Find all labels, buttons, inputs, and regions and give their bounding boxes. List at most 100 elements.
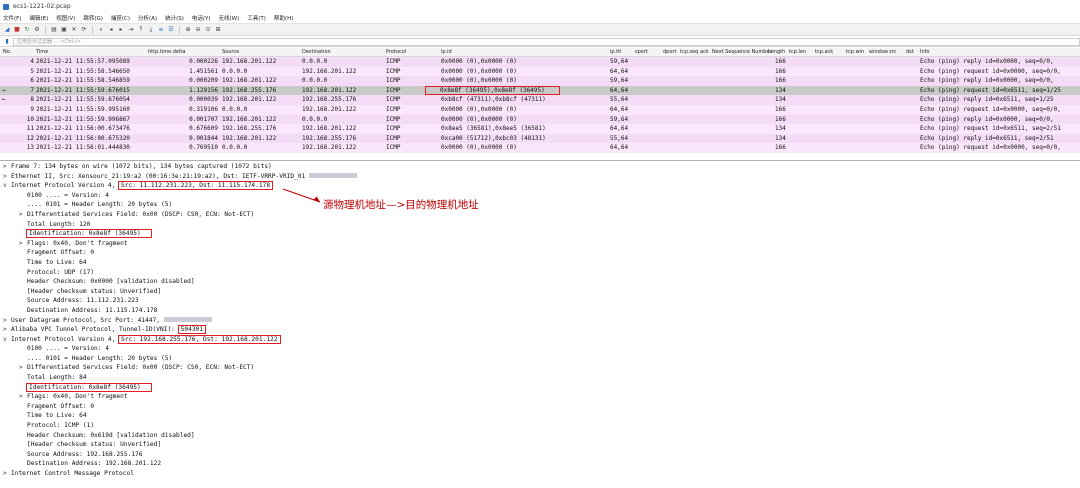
detail-row[interactable]: Fragment Offset: 0 bbox=[0, 402, 1080, 412]
shark-fin-start-icon[interactable]: ◢ bbox=[3, 26, 11, 34]
menu-item[interactable]: 帮助(H) bbox=[274, 14, 293, 22]
packet-row[interactable]: 9 2021-12-21 11:55:59.995160 0.319106 0.0.0… bbox=[0, 104, 1080, 115]
packet-row[interactable]: → 7 2021-12-21 11:55:59.676015 1.129156 192.… bbox=[0, 85, 1080, 96]
menu-item[interactable]: 无线(W) bbox=[219, 14, 240, 22]
restart-capture-icon[interactable]: ↻ bbox=[23, 26, 31, 34]
column-header[interactable]: Next Sequence Number bbox=[712, 49, 772, 55]
column-header[interactable]: Protocol bbox=[386, 49, 406, 55]
detail-row[interactable]: Protocol: ICMP (1) bbox=[0, 421, 1080, 431]
expanded-arrow-icon[interactable]: v bbox=[3, 335, 11, 345]
column-header[interactable]: Length bbox=[768, 49, 785, 55]
column-header[interactable]: tcp.win bbox=[846, 49, 864, 55]
collapsed-arrow-icon[interactable]: > bbox=[3, 316, 11, 326]
collapsed-arrow-icon[interactable]: > bbox=[19, 392, 27, 402]
detail-row[interactable]: Header Checksum: 0x0000 [validation disa… bbox=[0, 277, 1080, 287]
go-back-icon[interactable]: ◂ bbox=[107, 26, 115, 34]
go-forward-icon[interactable]: ▸ bbox=[117, 26, 125, 34]
detail-row[interactable]: .... 0101 = Header Length: 20 bytes (5) bbox=[0, 354, 1080, 364]
detail-row[interactable]: Destination Address: 192.168.201.122 bbox=[0, 459, 1080, 469]
column-header[interactable]: ip.ttl bbox=[610, 49, 621, 55]
menu-item[interactable]: 编辑(E) bbox=[29, 14, 48, 22]
column-header[interactable]: src bbox=[889, 49, 896, 55]
zoom-out-icon[interactable]: ⊖ bbox=[194, 26, 202, 34]
first-packet-icon[interactable]: ⤒ bbox=[137, 26, 145, 34]
collapsed-arrow-icon[interactable]: > bbox=[3, 162, 11, 172]
detail-row[interactable]: > Flags: 0x40, Don't fragment bbox=[0, 392, 1080, 402]
detail-row[interactable]: 0100 .... = Version: 4 bbox=[0, 191, 1080, 201]
column-header[interactable]: dport bbox=[663, 49, 676, 55]
detail-row[interactable]: Source Address: 192.168.255.176 bbox=[0, 450, 1080, 460]
detail-row[interactable]: [Header checksum status: Unverified] bbox=[0, 287, 1080, 297]
collapsed-arrow-icon[interactable]: > bbox=[19, 363, 27, 373]
detail-row[interactable]: Identification: 0x8e8f (36495) bbox=[0, 382, 1080, 393]
packet-row[interactable]: 6 2021-12-21 11:55:58.546859 0.000209 192.1… bbox=[0, 76, 1080, 86]
column-header[interactable]: Info bbox=[920, 49, 929, 55]
close-file-icon[interactable]: ✕ bbox=[70, 26, 78, 34]
menu-item[interactable]: 工具(T) bbox=[247, 14, 266, 22]
display-filter-input[interactable]: 应用显示过滤器 … <Ctrl-/> bbox=[13, 37, 1080, 46]
menu-item[interactable]: 分析(A) bbox=[138, 14, 157, 22]
collapsed-arrow-icon[interactable]: > bbox=[19, 239, 27, 249]
column-header[interactable]: sport bbox=[635, 49, 648, 55]
go-to-packet-icon[interactable]: ⇥ bbox=[127, 26, 135, 34]
detail-row[interactable]: .... 0101 = Header Length: 20 bytes (5) bbox=[0, 200, 1080, 210]
detail-row[interactable]: 0100 .... = Version: 4 bbox=[0, 344, 1080, 354]
collapsed-arrow-icon[interactable]: > bbox=[3, 172, 11, 182]
colorize-icon[interactable]: ☰ bbox=[167, 26, 175, 34]
packet-row[interactable]: 13 2021-12-21 11:56:01.444830 0.769510 0.0.… bbox=[0, 143, 1080, 153]
column-header[interactable]: No. bbox=[3, 49, 11, 55]
collapsed-arrow-icon[interactable]: > bbox=[3, 325, 11, 335]
detail-row[interactable]: v Internet Protocol Version 4, Src: 192.1… bbox=[0, 334, 1080, 345]
menu-item[interactable]: 文件(F) bbox=[3, 14, 21, 22]
column-header[interactable]: Destination bbox=[302, 49, 331, 55]
packet-row[interactable]: 11 2021-12-21 11:56:00.673476 0.676609 192.… bbox=[0, 124, 1080, 134]
open-file-icon[interactable]: ▤ bbox=[50, 26, 58, 34]
column-header[interactable]: window bbox=[869, 49, 888, 55]
detail-row[interactable]: Time to Live: 64 bbox=[0, 411, 1080, 421]
column-header[interactable]: ip.id bbox=[441, 49, 452, 55]
capture-options-icon[interactable]: ⚙ bbox=[33, 26, 41, 34]
detail-row[interactable]: > Ethernet II, Src: Xensourc_21:19:a2 (00… bbox=[0, 172, 1080, 182]
find-packet-icon[interactable]: ⌕ bbox=[97, 26, 105, 34]
detail-row[interactable]: > Alibaba VPC Tunnel Protocol, Tunnel-ID(… bbox=[0, 325, 1080, 335]
detail-row[interactable]: > Differentiated Services Field: 0x00 (DS… bbox=[0, 210, 1080, 220]
detail-row[interactable]: > Frame 7: 134 bytes on wire (1072 bits),… bbox=[0, 162, 1080, 172]
detail-row[interactable]: Total Length: 120 bbox=[0, 220, 1080, 230]
autoscroll-icon[interactable]: ≡ bbox=[157, 26, 165, 34]
detail-row[interactable]: Header Checksum: 0x619d [validation disa… bbox=[0, 431, 1080, 441]
resize-columns-icon[interactable]: ⊞ bbox=[214, 26, 222, 34]
column-header[interactable]: tcp.len bbox=[789, 49, 806, 55]
packet-row[interactable]: 4 2021-12-21 11:55:57.095089 0.000226 192.1… bbox=[0, 57, 1080, 67]
collapsed-arrow-icon[interactable]: > bbox=[3, 469, 11, 479]
detail-row[interactable]: [Header checksum status: Unverified] bbox=[0, 440, 1080, 450]
column-header[interactable]: http.time.delta bbox=[148, 49, 185, 55]
detail-row[interactable]: Time to Live: 64 bbox=[0, 258, 1080, 268]
filter-bookmark-icon[interactable]: ▮ bbox=[3, 38, 11, 46]
detail-row[interactable]: > User Datagram Protocol, Src Port: 41447… bbox=[0, 316, 1080, 326]
column-header[interactable]: Source bbox=[222, 49, 239, 55]
packet-row[interactable]: ← 8 2021-12-21 11:55:59.676054 0.000039 192.… bbox=[0, 95, 1080, 105]
column-header[interactable]: tcp.seq bbox=[680, 49, 698, 55]
detail-row[interactable]: Protocol: UDP (17) bbox=[0, 268, 1080, 278]
menu-item[interactable]: 视图(V) bbox=[56, 14, 75, 22]
packet-row[interactable]: 10 2021-12-21 11:55:59.996867 0.001707 192.… bbox=[0, 114, 1080, 125]
menu-item[interactable]: 统计(S) bbox=[165, 14, 184, 22]
detail-row[interactable]: > Flags: 0x40, Don't fragment bbox=[0, 239, 1080, 249]
zoom-in-icon[interactable]: ⊕ bbox=[184, 26, 192, 34]
packet-row[interactable]: 5 2021-12-21 11:55:58.546650 1.451561 0.0.0… bbox=[0, 66, 1080, 77]
menu-item[interactable]: 电话(Y) bbox=[192, 14, 211, 22]
detail-row[interactable]: Destination Address: 11.115.174.178 bbox=[0, 306, 1080, 316]
menu-item[interactable]: 跳转(G) bbox=[83, 14, 103, 22]
detail-row[interactable]: Total Length: 84 bbox=[0, 373, 1080, 383]
last-packet-icon[interactable]: ⤓ bbox=[147, 26, 155, 34]
save-file-icon[interactable]: ▣ bbox=[60, 26, 68, 34]
detail-row[interactable]: > Differentiated Services Field: 0x00 (DS… bbox=[0, 363, 1080, 373]
collapsed-arrow-icon[interactable]: > bbox=[19, 210, 27, 220]
column-header[interactable]: Time bbox=[36, 49, 48, 55]
reload-icon[interactable]: ⟳ bbox=[80, 26, 88, 34]
detail-row[interactable]: Fragment Offset: 0 bbox=[0, 248, 1080, 258]
column-header[interactable]: dst bbox=[906, 49, 914, 55]
packet-row[interactable]: 12 2021-12-21 11:56:00.675320 0.001844 192.… bbox=[0, 133, 1080, 144]
detail-row[interactable]: > Internet Control Message Protocol bbox=[0, 469, 1080, 479]
detail-row[interactable]: Identification: 0x8e8f (36495) bbox=[0, 229, 1080, 239]
